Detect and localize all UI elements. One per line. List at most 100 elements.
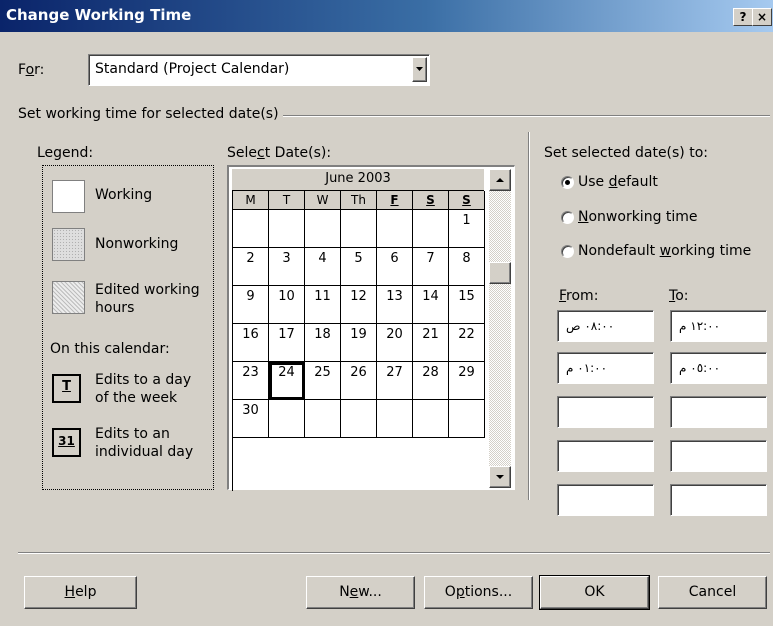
calendar-day[interactable]: 20: [377, 324, 413, 362]
for-label: For:: [18, 62, 44, 78]
calendar-empty-cell: [269, 210, 305, 248]
calendar-day[interactable]: 28: [413, 362, 449, 400]
calendar-day[interactable]: 24: [269, 362, 305, 400]
calendar-day[interactable]: 19: [341, 324, 377, 362]
calendar-day[interactable]: 5: [341, 248, 377, 286]
calendar-empty-cell: [341, 210, 377, 248]
calendar-select-dropdown[interactable]: [412, 57, 427, 82]
calendar-day[interactable]: 27: [377, 362, 413, 400]
calendar-day[interactable]: 2: [233, 248, 269, 286]
help-button[interactable]: Help: [24, 576, 137, 609]
close-button[interactable]: ×: [752, 8, 772, 26]
radio-selected-dot: [565, 180, 570, 185]
radio-nondefault-label[interactable]: Nondefault working time: [578, 243, 751, 259]
calendar-grid[interactable]: M T W Th F S S 1 2 3 4 5 6 7 8 9 10 11 12 13 14 15 16 17 18 19 20 2…: [232, 191, 485, 491]
scroll-down-button[interactable]: [489, 466, 511, 488]
calendar-day[interactable]: 12: [341, 286, 377, 324]
scroll-thumb[interactable]: [489, 262, 511, 284]
calendar-day[interactable]: 6: [377, 248, 413, 286]
calendar-day[interactable]: 29: [449, 362, 485, 400]
radio-use-default[interactable]: [561, 176, 574, 189]
calendar-empty-cell: [377, 400, 413, 438]
chevron-down-icon: [496, 475, 504, 479]
from-time-field[interactable]: ٠٨:٠٠ ص: [557, 310, 654, 342]
calendar-day[interactable]: 15: [449, 286, 485, 324]
select-dates-label: Select Date(s):: [227, 145, 331, 161]
legend-individual-swatch: 31: [52, 428, 81, 457]
legend-edited-label: Edited working hours: [95, 282, 200, 316]
calendar-empty-cell: [413, 210, 449, 248]
cancel-button[interactable]: Cancel: [658, 576, 767, 609]
calendar-day[interactable]: 9: [233, 286, 269, 324]
radio-nonworking[interactable]: [561, 211, 574, 224]
window-title: Change Working Time: [6, 6, 192, 24]
calendar-scrollbar[interactable]: [489, 169, 511, 488]
calendar-day[interactable]: 13: [377, 286, 413, 324]
calendar-empty-cell: [413, 400, 449, 438]
calendar-empty-cell: [233, 210, 269, 248]
weekday-header[interactable]: M: [233, 191, 269, 210]
to-time-field[interactable]: ٠٥:٠٠ م: [670, 352, 767, 384]
from-time-field[interactable]: [557, 440, 654, 472]
scroll-up-button[interactable]: [489, 169, 511, 191]
footer-divider: [18, 552, 770, 554]
calendar-empty-cell: [269, 400, 305, 438]
legend-nonworking-label: Nonworking: [95, 236, 179, 252]
legend-working-swatch: [52, 180, 85, 213]
weekday-header[interactable]: S: [413, 191, 449, 210]
to-time-field[interactable]: [670, 484, 767, 516]
radio-use-default-label[interactable]: Use default: [578, 174, 658, 190]
calendar-day[interactable]: 10: [269, 286, 305, 324]
legend-individual-label: Edits to an individual day: [95, 426, 194, 460]
calendar-day[interactable]: 16: [233, 324, 269, 362]
select-dates-text: Select Date(s):: [227, 145, 332, 161]
calendar-day[interactable]: 8: [449, 248, 485, 286]
calendar-day[interactable]: 3: [269, 248, 305, 286]
options-button[interactable]: Options...: [424, 576, 533, 609]
calendar-select-value: Standard (Project Calendar): [95, 61, 290, 77]
calendar-day[interactable]: 23: [233, 362, 269, 400]
to-time-field[interactable]: ١٢:٠٠ م: [670, 310, 767, 342]
set-to-title: Set selected date(s) to:: [544, 145, 708, 161]
to-label: To:: [669, 288, 689, 304]
weekday-header[interactable]: T: [269, 191, 305, 210]
calendar-day[interactable]: 30: [233, 400, 269, 438]
from-time-field[interactable]: ٠١:٠٠ م: [557, 352, 654, 384]
calendar-frame: June 2003 M T W Th F S S 1 2 3 4 5 6 7 8 9 10 11 12 13 14 15 1…: [227, 165, 515, 491]
calendar-day[interactable]: 21: [413, 324, 449, 362]
calendar-day[interactable]: 4: [305, 248, 341, 286]
ok-button[interactable]: OK: [539, 575, 650, 610]
to-time-field[interactable]: [670, 396, 767, 428]
calendar-day[interactable]: 11: [305, 286, 341, 324]
radio-nonworking-label[interactable]: Nonworking time: [578, 209, 698, 225]
calendar-empty-cell: [305, 210, 341, 248]
calendar-month-title: June 2003: [232, 169, 484, 191]
from-time-field[interactable]: [557, 396, 654, 428]
chevron-down-icon: [416, 67, 423, 71]
calendar-day[interactable]: 7: [413, 248, 449, 286]
calendar-day[interactable]: 17: [269, 324, 305, 362]
legend-edited-swatch: [52, 281, 85, 314]
calendar-day[interactable]: 25: [305, 362, 341, 400]
calendar-empty-cell: [305, 400, 341, 438]
legend-on-calendar: On this calendar:: [50, 341, 170, 357]
calendar-day[interactable]: 1: [449, 210, 485, 248]
new-button[interactable]: New...: [306, 576, 415, 609]
calendar-empty-cell: [341, 400, 377, 438]
to-time-field[interactable]: [670, 440, 767, 472]
from-time-field[interactable]: [557, 484, 654, 516]
weekday-header[interactable]: W: [305, 191, 341, 210]
calendar-day[interactable]: 18: [305, 324, 341, 362]
for-label-text: For:: [18, 62, 45, 78]
weekday-header[interactable]: Th: [341, 191, 377, 210]
help-title-button[interactable]: ?: [733, 8, 753, 26]
weekday-header[interactable]: S: [449, 191, 485, 210]
legend-nonworking-swatch: [52, 228, 85, 261]
calendar-select[interactable]: Standard (Project Calendar): [88, 54, 430, 86]
weekday-header[interactable]: F: [377, 191, 413, 210]
radio-nondefault[interactable]: [561, 245, 574, 258]
calendar-day[interactable]: 26: [341, 362, 377, 400]
calendar-day[interactable]: 22: [449, 324, 485, 362]
calendar-day[interactable]: 14: [413, 286, 449, 324]
calendar-empty-cell: [449, 400, 485, 438]
